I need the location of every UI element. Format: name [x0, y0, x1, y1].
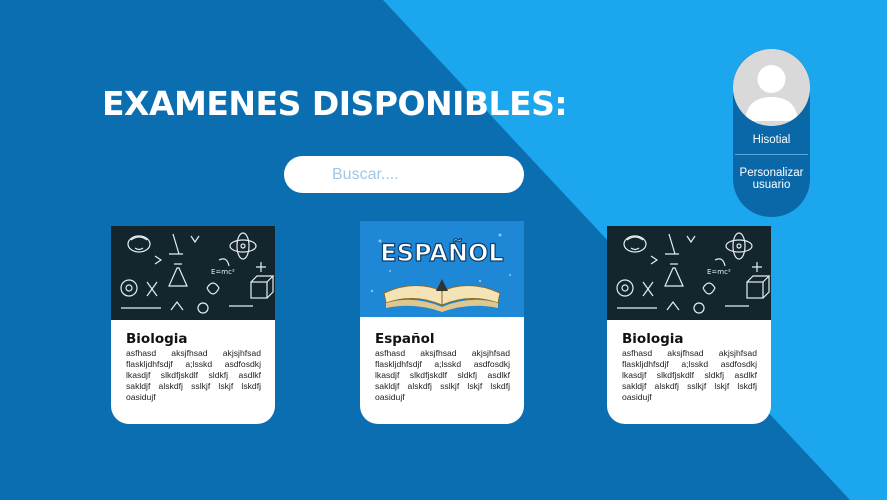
search-input[interactable]	[284, 156, 524, 193]
card-description: asfhasd aksjfhsad akjsjhfsad flaskljdhfs…	[622, 348, 757, 402]
card-description: asfhasd aksjfhsad akjsjhfsad flaskljdhfs…	[126, 348, 261, 402]
page-title: EXAMENES DISPONIBLES:	[102, 84, 568, 123]
user-avatar-icon[interactable]	[733, 49, 810, 126]
card-title: Biologia	[622, 331, 684, 347]
exam-card-espanol[interactable]: ESPAÑOL Español asfhasd aksjfhsad akjsjh…	[360, 221, 524, 424]
card-description: asfhasd aksjfhsad akjsjhfsad flaskljdhfs…	[375, 348, 510, 402]
svg-text:E=mc²: E=mc²	[211, 268, 235, 276]
espanol-banner-text: ESPAÑOL	[380, 238, 503, 267]
svg-text:E=mc²: E=mc²	[707, 268, 731, 276]
card-title: Biologia	[126, 331, 188, 347]
menu-divider	[735, 154, 808, 155]
espanol-open-book-illustration: ESPAÑOL	[360, 221, 524, 317]
science-chalkboard-illustration: E=mc²	[111, 226, 275, 320]
history-link[interactable]: Hisotial	[733, 134, 810, 146]
customize-user-link[interactable]: Personalizar usuario	[733, 167, 810, 191]
exam-card-biologia[interactable]: E=mc² Biologia asfhasd aksjfhsad akjsjhf…	[607, 226, 771, 424]
card-title: Español	[375, 331, 435, 347]
exam-card-biologia[interactable]: E=mc² Biologia asfhasd aksjfhsad akjsjhf…	[111, 226, 275, 424]
science-chalkboard-illustration: E=mc²	[607, 226, 771, 320]
user-menu: Hisotial Personalizar usuario	[733, 49, 810, 217]
